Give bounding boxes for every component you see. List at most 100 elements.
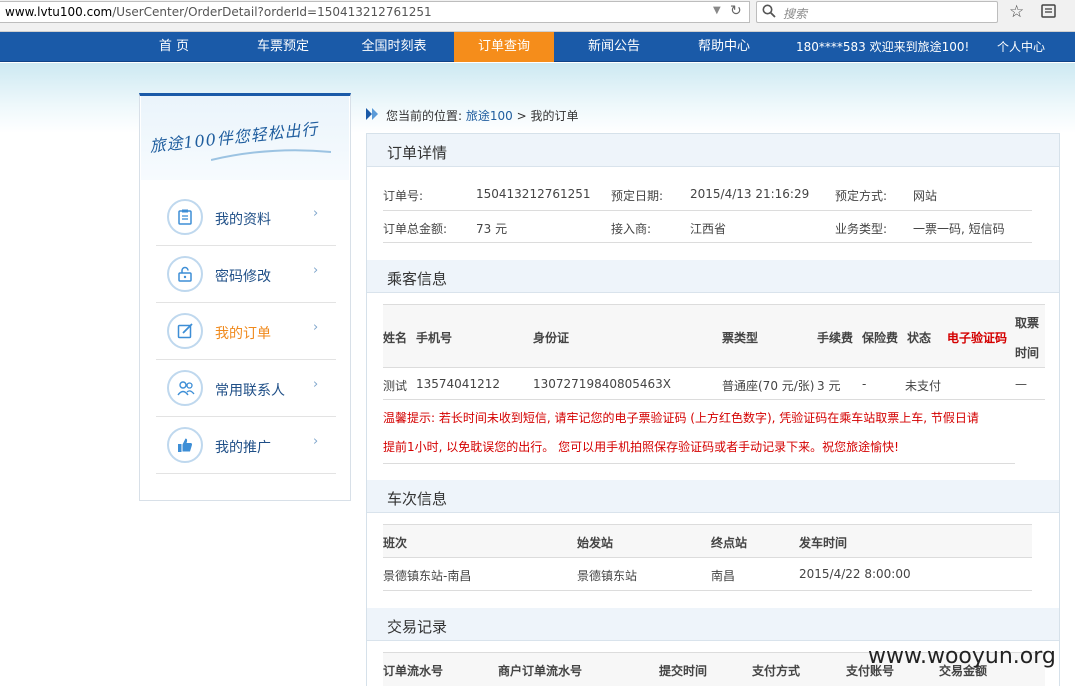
chevron-right-icon: ›	[313, 434, 319, 449]
trip-table-header	[383, 525, 1032, 557]
chevron-right-icon: ›	[313, 263, 319, 278]
search-box[interactable]: 搜索	[756, 1, 998, 23]
welcome-text: 180****583 欢迎来到旅途100!	[796, 40, 970, 54]
divider	[383, 210, 1032, 211]
trip-to: 南昌	[711, 569, 736, 583]
address-bar[interactable]: www.lvtu100.com/UserCenter/OrderDetail?o…	[0, 1, 750, 23]
lock-icon	[167, 256, 203, 292]
order-method-label: 预定方式:	[835, 189, 888, 203]
reminder-tip: 温馨提示: 若长时间未收到短信, 请牢记您的电子票验证码 (上方红色数字), 凭…	[383, 404, 1013, 462]
breadcrumb-current: 我的订单	[530, 109, 579, 123]
th-e-code: 电子验证码	[947, 331, 1008, 345]
breadcrumb-arrow-icon	[366, 108, 378, 120]
main-nav: 首 页 车票预定 全国时刻表 订单查询 新闻公告 帮助中心 180****583…	[0, 32, 1075, 62]
section-title: 乘客信息	[387, 270, 448, 288]
reading-list-icon[interactable]	[1040, 3, 1057, 19]
divider	[383, 367, 1045, 368]
th-to: 终点站	[711, 536, 748, 550]
divider	[383, 242, 1032, 243]
browser-toolbar: www.lvtu100.com/UserCenter/OrderDetail?o…	[0, 0, 1075, 32]
sidebar-item-label: 我的订单	[215, 326, 271, 342]
passenger-table-header	[383, 305, 1045, 367]
sidebar-item-promotion[interactable]: 我的推广 ›	[156, 417, 336, 474]
reminder-line-1: 温馨提示: 若长时间未收到短信, 请牢记您的电子票验证码 (上方红色数字), 凭…	[383, 411, 979, 425]
breadcrumb-home-link[interactable]: 旅途100	[466, 109, 513, 123]
th-pickup: 取票	[1015, 316, 1040, 330]
order-no-label: 订单号:	[383, 189, 424, 203]
provider-label: 接入商:	[611, 222, 652, 236]
nav-help[interactable]: 帮助中心	[682, 32, 766, 62]
url-text[interactable]: www.lvtu100.com/UserCenter/OrderDetail?o…	[5, 5, 432, 19]
trip-train: 景德镇东站-南昌	[383, 569, 472, 583]
slogan-swoosh	[211, 149, 331, 161]
edit-order-icon	[167, 313, 203, 349]
breadcrumb-separator: >	[516, 109, 527, 123]
th-id-card: 身份证	[533, 331, 570, 345]
passenger-id: 13072719840805463X	[533, 377, 672, 391]
nav-user-center[interactable]: 个人中心	[997, 32, 1045, 62]
thumbs-up-icon	[167, 427, 203, 463]
biz-type-value: 一票一码, 短信码	[913, 222, 1005, 236]
th-name: 姓名	[383, 331, 408, 345]
url-dropdown-icon[interactable]: ▼	[713, 5, 721, 16]
breadcrumb-prefix: 您当前的位置:	[386, 109, 463, 123]
passenger-info-header: 乘客信息	[367, 260, 1059, 293]
nav-news[interactable]: 新闻公告	[572, 32, 656, 62]
order-detail-header: 订单详情	[367, 134, 1059, 167]
sidebar-item-contacts[interactable]: 常用联系人 ›	[156, 360, 336, 417]
divider	[383, 590, 1032, 591]
passenger-fee: 3 元	[817, 379, 841, 393]
th-pay-method: 支付方式	[752, 664, 801, 678]
divider	[383, 304, 1045, 305]
sidebar-item-label: 我的推广	[215, 440, 271, 456]
th-fee: 手续费	[817, 331, 854, 345]
order-date-label: 预定日期:	[611, 189, 664, 203]
reminder-line-2: 提前1小时, 以免耽误您的出行。 您可以用手机拍照保存验证码或者手动记录下来。祝…	[383, 440, 899, 454]
provider-value: 江西省	[690, 222, 727, 236]
order-method-value: 网站	[913, 189, 938, 203]
divider	[383, 524, 1032, 525]
nav-ticket-booking[interactable]: 车票预定	[241, 32, 325, 62]
biz-type-label: 业务类型:	[835, 222, 888, 236]
order-detail-panel: 订单详情 订单号: 150413212761251 预定日期: 2015/4/1…	[366, 133, 1060, 686]
trip-info-header: 车次信息	[367, 480, 1059, 513]
th-train: 班次	[383, 536, 408, 550]
profile-icon	[167, 199, 203, 235]
search-placeholder[interactable]: 搜索	[783, 5, 807, 22]
sidebar-item-profile[interactable]: 我的资料 ›	[156, 189, 336, 246]
sidebar-item-label: 密码修改	[215, 269, 271, 285]
passenger-name: 测试	[383, 379, 408, 393]
breadcrumb: 您当前的位置: 旅途100 > 我的订单	[386, 107, 579, 124]
th-order-serial: 订单流水号	[383, 664, 444, 678]
passenger-status: 未支付	[905, 379, 942, 393]
transactions-header: 交易记录	[367, 608, 1059, 641]
divider	[383, 463, 1015, 464]
slogan-logo: 旅途100伴您轻松出行	[141, 96, 349, 180]
sidebar-item-label: 常用联系人	[215, 383, 285, 399]
passenger-pickup-time: —	[1015, 377, 1027, 391]
sidebar-item-password[interactable]: 密码修改 ›	[156, 246, 336, 303]
order-date-value: 2015/4/13 21:16:29	[690, 187, 810, 201]
th-status: 状态	[907, 331, 932, 345]
th-submit-time: 提交时间	[659, 664, 708, 678]
sidebar-item-label: 我的资料	[215, 212, 271, 228]
nav-timetable[interactable]: 全国时刻表	[350, 32, 438, 62]
sidebar-item-my-orders[interactable]: 我的订单 ›	[156, 303, 336, 360]
contacts-icon	[167, 370, 203, 406]
reload-icon[interactable]: ↻	[730, 3, 742, 19]
bookmark-star-icon[interactable]: ☆	[1009, 2, 1024, 22]
section-title: 订单详情	[387, 144, 448, 162]
search-icon	[762, 4, 776, 18]
passenger-phone: 13574041212	[416, 377, 500, 391]
user-sidebar: 旅途100伴您轻松出行 我的资料 › 密码修改 › 我的订单 › 常用联系人 ›…	[139, 93, 351, 501]
section-title: 车次信息	[387, 490, 448, 508]
chevron-right-icon: ›	[313, 377, 319, 392]
passenger-insurance: -	[862, 377, 867, 391]
divider	[383, 557, 1032, 558]
nav-home[interactable]: 首 页	[133, 32, 215, 62]
th-insurance: 保险费	[862, 331, 899, 345]
th-merchant-serial: 商户订单流水号	[498, 664, 583, 678]
order-no-value: 150413212761251	[476, 187, 591, 201]
chevron-right-icon: ›	[313, 320, 319, 335]
nav-order-query[interactable]: 订单查询	[454, 32, 554, 62]
